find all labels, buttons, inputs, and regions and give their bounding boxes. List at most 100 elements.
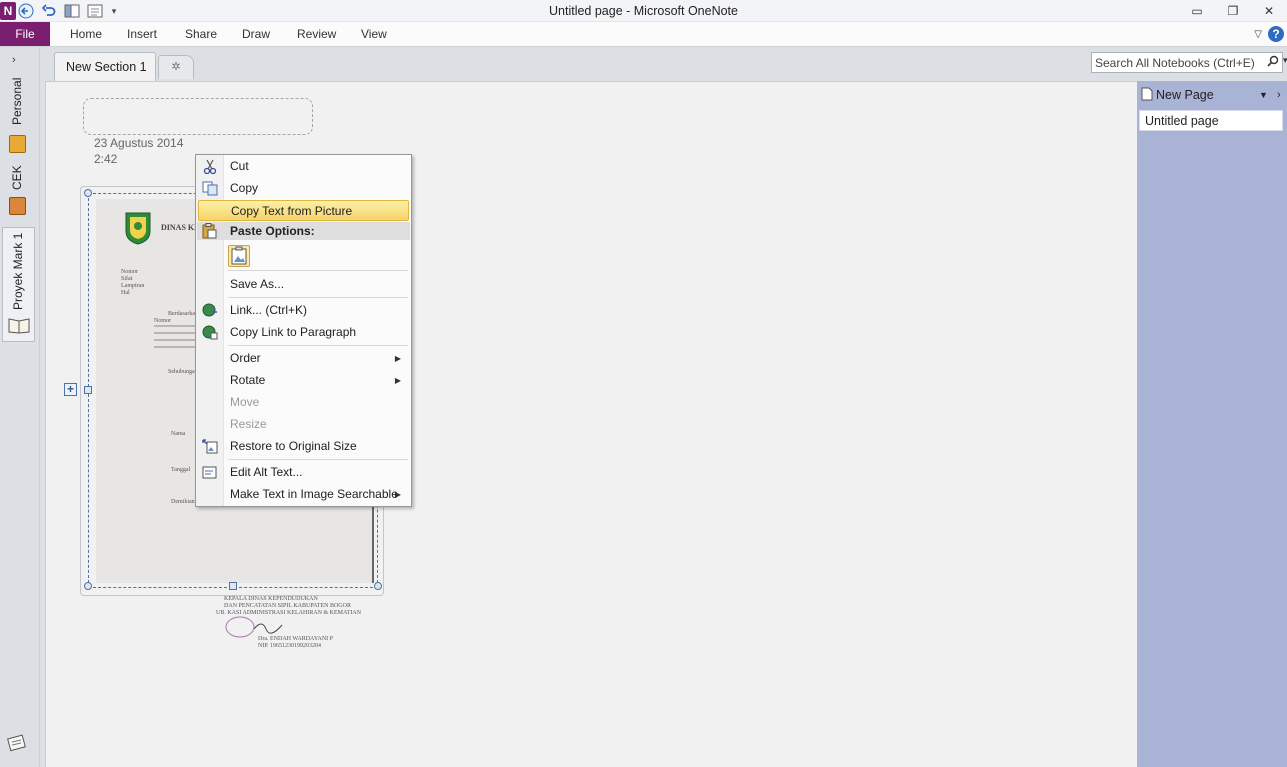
resize-handle-bottom[interactable] bbox=[229, 582, 237, 590]
document-footer: KEPALA DINAS KEPENDUDUKAN bbox=[224, 596, 318, 602]
menu-item-link[interactable]: Link... (Ctrl+K) bbox=[198, 300, 409, 321]
scissors-icon bbox=[202, 159, 218, 175]
menu-separator bbox=[228, 270, 408, 271]
expand-navigation-icon[interactable]: › bbox=[12, 54, 16, 66]
menu-separator bbox=[228, 345, 408, 346]
menu-item-move: Move bbox=[198, 392, 409, 413]
menu-item-make-text-searchable[interactable]: Make Text in Image Searchable ▶ bbox=[198, 484, 409, 505]
open-notebook-icon bbox=[8, 316, 30, 337]
section-tab-strip: New Section 1 ✲ Search All Notebooks (Ct… bbox=[40, 47, 1287, 81]
menu-separator bbox=[228, 297, 408, 298]
notebook-proyek-mark-1[interactable]: Proyek Mark 1 bbox=[2, 227, 35, 342]
tab-home[interactable]: Home bbox=[70, 22, 102, 46]
menu-item-label: Move bbox=[230, 395, 260, 409]
menu-item-cut[interactable]: Cut bbox=[198, 156, 409, 177]
ribbon-tabs: File Home Insert Share Draw Review View … bbox=[0, 22, 1287, 47]
document-line: Sifat bbox=[121, 276, 133, 282]
menu-item-label: Copy Link to Paragraph bbox=[230, 325, 357, 339]
document-line: Demikian bbox=[171, 499, 195, 505]
page-item-untitled-page[interactable]: Untitled page bbox=[1139, 110, 1283, 131]
notebook-label: Personal bbox=[10, 77, 24, 125]
submenu-arrow-icon: ▶ bbox=[394, 354, 401, 363]
notebook-personal[interactable]: Personal bbox=[2, 77, 35, 157]
menu-item-label: Copy Text from Picture bbox=[231, 204, 353, 218]
ribbon-right-controls: ▽ ? bbox=[1254, 22, 1287, 46]
menu-item-copy[interactable]: Copy bbox=[198, 178, 409, 199]
collapse-pane-icon[interactable]: › bbox=[1277, 89, 1281, 101]
submenu-arrow-icon: ▶ bbox=[394, 490, 401, 499]
copy-icon bbox=[202, 181, 218, 196]
menu-item-label: Make Text in Image Searchable bbox=[230, 487, 398, 501]
copy-link-icon bbox=[202, 325, 218, 340]
menu-item-label: Order bbox=[230, 351, 261, 365]
menu-item-copy-text-from-picture[interactable]: Copy Text from Picture bbox=[198, 200, 409, 221]
menu-item-label: Link... (Ctrl+K) bbox=[230, 303, 308, 317]
section-tab-new-section-1[interactable]: New Section 1 bbox=[54, 52, 156, 81]
menu-item-label: Rotate bbox=[230, 373, 266, 387]
menu-item-label: Cut bbox=[230, 159, 249, 173]
resize-handle-bottom-left[interactable] bbox=[84, 582, 92, 590]
menu-item-rotate[interactable]: Rotate ▶ bbox=[198, 370, 409, 391]
notebook-icon bbox=[9, 197, 26, 215]
menu-item-copy-link-to-paragraph[interactable]: Copy Link to Paragraph bbox=[198, 322, 409, 343]
submenu-arrow-icon: ▶ bbox=[394, 376, 401, 385]
government-seal-icon bbox=[124, 211, 152, 248]
resize-handle-bottom-right[interactable] bbox=[374, 582, 382, 590]
document-line: Nama bbox=[171, 431, 186, 437]
menu-item-label: Resize bbox=[230, 417, 267, 431]
window-controls: ▭ ❐ ✕ bbox=[1179, 0, 1287, 22]
tab-insert[interactable]: Insert bbox=[127, 22, 157, 46]
document-line: Nomor bbox=[121, 269, 138, 275]
help-icon[interactable]: ? bbox=[1268, 26, 1284, 42]
tab-draw[interactable]: Draw bbox=[242, 22, 270, 46]
window-title: Untitled page - Microsoft OneNote bbox=[549, 4, 738, 18]
move-handle-icon[interactable]: + bbox=[64, 383, 77, 396]
menu-item-label: Save As... bbox=[230, 277, 285, 291]
paste-as-picture-icon[interactable] bbox=[228, 245, 250, 267]
resize-handle-left[interactable] bbox=[84, 386, 92, 394]
restore-size-icon bbox=[202, 439, 218, 454]
menu-item-save-as[interactable]: Save As... bbox=[198, 274, 409, 295]
notebook-label: CEK bbox=[10, 165, 24, 190]
page-list-pane: New Page ▼ › Untitled page bbox=[1137, 81, 1287, 767]
expand-ribbon-icon[interactable]: ▽ bbox=[1254, 29, 1262, 40]
resize-handle-top-left[interactable] bbox=[84, 189, 92, 197]
menu-item-order[interactable]: Order ▶ bbox=[198, 348, 409, 369]
title-bar: N ▾ Untitled page - Microsoft OneNote ▭ … bbox=[0, 0, 1287, 22]
tab-file[interactable]: File bbox=[0, 22, 50, 46]
close-icon[interactable]: ✕ bbox=[1251, 0, 1287, 22]
create-section-icon[interactable]: ✲ bbox=[158, 55, 194, 79]
tab-share[interactable]: Share bbox=[185, 22, 217, 46]
minimize-icon[interactable]: ▭ bbox=[1179, 0, 1215, 22]
tab-view[interactable]: View bbox=[361, 22, 387, 46]
document-line: Lampiran bbox=[121, 283, 145, 289]
page-time-text: 2:42 bbox=[94, 152, 118, 166]
menu-item-restore-original-size[interactable]: Restore to Original Size bbox=[198, 436, 409, 457]
restore-icon[interactable]: ❐ bbox=[1215, 0, 1251, 22]
search-input[interactable]: Search All Notebooks (Ctrl+E) bbox=[1091, 52, 1283, 73]
menu-item-resize: Resize bbox=[198, 414, 409, 435]
menu-item-label: Edit Alt Text... bbox=[230, 465, 303, 479]
new-page-button[interactable]: New Page ▼ › bbox=[1141, 85, 1283, 105]
menu-item-label: Copy bbox=[230, 181, 259, 195]
page-date: 23 Agustus 2014 2:42 bbox=[94, 135, 183, 167]
notebook-label: Proyek Mark 1 bbox=[11, 232, 25, 310]
tab-review[interactable]: Review bbox=[297, 22, 336, 46]
new-page-dropdown-icon[interactable]: ▼ bbox=[1259, 90, 1268, 100]
menu-item-label: Restore to Original Size bbox=[230, 439, 357, 453]
search-scope-dropdown-icon[interactable]: ▾ bbox=[1283, 55, 1287, 66]
unfiled-notes-icon[interactable] bbox=[6, 734, 28, 754]
new-page-label: New Page bbox=[1156, 88, 1214, 102]
search-icon[interactable] bbox=[1267, 55, 1279, 71]
notebook-cek[interactable]: CEK bbox=[2, 162, 35, 222]
link-globe-icon bbox=[202, 303, 218, 318]
page-date-text: 23 Agustus 2014 bbox=[94, 136, 184, 150]
document-line: Nomor bbox=[154, 318, 171, 324]
page-title-field[interactable] bbox=[83, 98, 313, 135]
paste-options-header: Paste Options: bbox=[197, 222, 410, 240]
menu-item-edit-alt-text[interactable]: Edit Alt Text... bbox=[198, 462, 409, 483]
document-line: Tanggal bbox=[171, 467, 191, 473]
notebook-pane: › Personal CEK Proyek Mark 1 bbox=[0, 47, 40, 767]
document-heading: DINAS KE bbox=[161, 223, 200, 232]
context-menu: Cut Copy Copy Text from Picture Paste Op… bbox=[195, 154, 412, 507]
